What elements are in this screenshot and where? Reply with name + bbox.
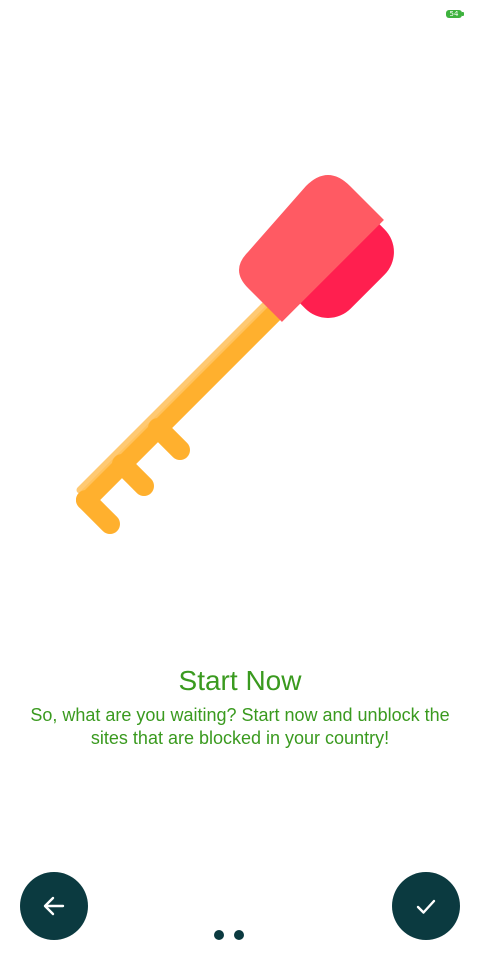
arrow-left-icon bbox=[43, 896, 65, 916]
status-bar: 54 bbox=[0, 0, 480, 30]
page-dot bbox=[234, 930, 244, 940]
checkmark-icon bbox=[416, 899, 436, 914]
battery-icon: 54 bbox=[446, 10, 464, 18]
slide-title: Start Now bbox=[178, 665, 302, 696]
page-dot bbox=[214, 930, 224, 940]
slide-description: So, what are you waiting? Start now and … bbox=[30, 705, 450, 748]
key-shaft bbox=[76, 296, 288, 534]
done-button[interactable] bbox=[392, 872, 460, 940]
key-icon bbox=[76, 175, 394, 534]
page-indicator bbox=[214, 930, 244, 940]
back-button[interactable] bbox=[20, 872, 88, 940]
